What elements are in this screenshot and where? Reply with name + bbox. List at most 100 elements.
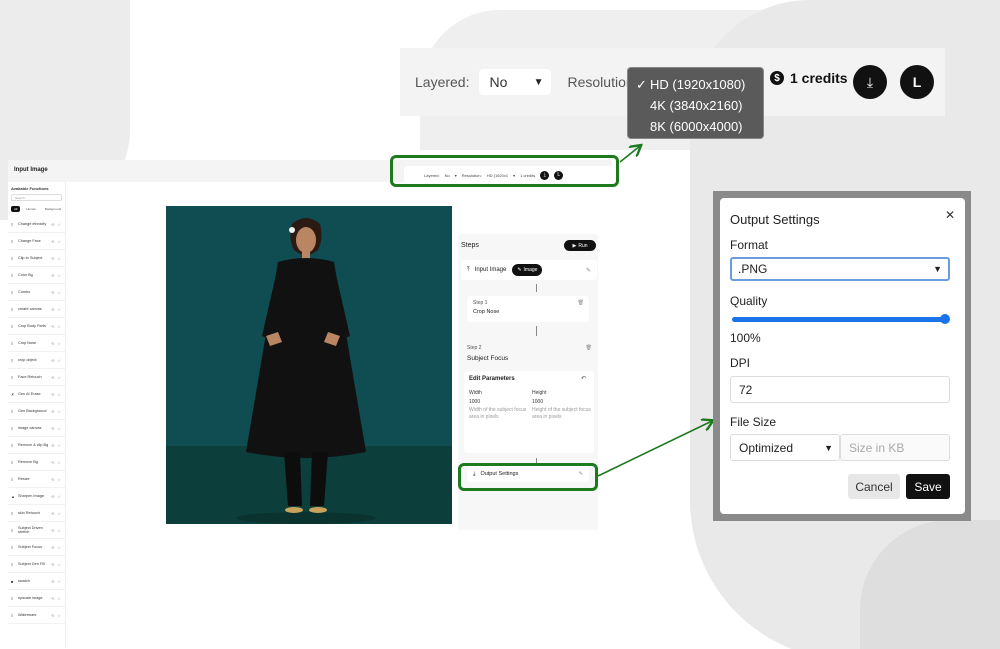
sidebar-item[interactable]: ≡ upscale image ⟲ ☆ [8, 590, 65, 607]
sidebar-item[interactable]: ≡ Gen Background ⟲ ☆ [8, 403, 65, 420]
item-actions-icon[interactable]: ⟲ ☆ [51, 613, 62, 618]
sidebar-item[interactable]: ≡ Combo ⟲ ☆ [8, 284, 65, 301]
sidebar-item[interactable]: ≡ Color Bg ⟲ ☆ [8, 267, 65, 284]
sidebar-item-label: Resize [18, 476, 30, 481]
sidebar-item-label: Change Face [18, 238, 41, 243]
item-actions-icon[interactable]: ⟲ ☆ [51, 307, 62, 312]
sidebar-item[interactable]: ≡ Crop Nose ⟲ ☆ [8, 335, 65, 352]
credits-text: 1 credits [790, 70, 848, 86]
sidebar-item[interactable]: ≡ create canvas ⟲ ☆ [8, 301, 65, 318]
layered-select[interactable]: No ▼ [479, 69, 552, 95]
sidebar-item[interactable]: ≡ image canvas ⟲ ☆ [8, 420, 65, 437]
chevron-down-icon: ▼ [933, 264, 942, 274]
item-actions-icon[interactable]: ⟲ ☆ [51, 443, 62, 448]
item-actions-icon[interactable]: ⟲ ☆ [51, 392, 62, 397]
run-button[interactable]: ▶ Run [564, 240, 596, 251]
item-actions-icon[interactable]: ⟲ ☆ [51, 562, 62, 567]
sidebar-item[interactable]: ▲ Sharpen Image ⟲ ☆ [8, 488, 65, 505]
trash-icon[interactable]: 🗑 [578, 300, 584, 306]
sidebar-item[interactable]: ■ swatch ⟲ ☆ [8, 573, 65, 590]
sidebar-item-label: Subject Gen Fill [18, 561, 45, 566]
resolution-option[interactable]: 4K (3840x2160) [636, 95, 763, 116]
format-select[interactable]: .PNG ▼ [730, 257, 950, 281]
step-card[interactable]: Step 2 Subject Focus 🗑 Edit Parameters ↶… [461, 341, 597, 457]
edit-icon[interactable]: ✎ [586, 267, 591, 274]
item-actions-icon[interactable]: ⟲ ☆ [51, 239, 62, 244]
item-actions-icon[interactable]: ⟲ ☆ [51, 545, 62, 550]
item-actions-icon[interactable]: ⟲ ☆ [51, 256, 62, 261]
resolution-option[interactable]: ✓ HD (1920x1080) [636, 74, 763, 95]
width-input[interactable]: 1000 [469, 398, 529, 407]
item-actions-icon[interactable]: ⟲ ☆ [51, 596, 62, 601]
sidebar-item[interactable]: ≡ Resize ⟲ ☆ [8, 471, 65, 488]
sidebar-item[interactable]: ≡ Subject Focus ⟲ ☆ [8, 539, 65, 556]
function-icon: ■ [11, 578, 14, 584]
tab-human[interactable]: Human [23, 206, 39, 212]
item-actions-icon[interactable]: ⟲ ☆ [51, 222, 62, 227]
item-actions-icon[interactable]: ⟲ ☆ [51, 511, 62, 516]
step-card[interactable]: Step 1 Crop Nose 🗑 [467, 296, 589, 322]
download-button[interactable]: ⤓ [853, 65, 887, 99]
app-title: Input Image [14, 167, 48, 173]
brand-button[interactable]: L [900, 65, 934, 99]
sidebar-item[interactable]: ≡ Remove Bg ⟲ ☆ [8, 454, 65, 471]
sidebar-item[interactable]: ≡ Face Retouch ⟲ ☆ [8, 369, 65, 386]
sidebar-item[interactable]: ≡ Change ethnicity ⟲ ☆ [8, 216, 65, 233]
sidebar-item[interactable]: ≡ Subject Driven stretch ⟲ ☆ [8, 522, 65, 539]
sidebar-item[interactable]: ≡ skin Retouch ⟲ ☆ [8, 505, 65, 522]
quality-slider-handle[interactable] [940, 314, 950, 324]
sidebar-item[interactable]: ≡ Change Face ⟲ ☆ [8, 233, 65, 250]
function-icon: ≡ [11, 425, 14, 431]
sidebar-item[interactable]: ≡ Subject Gen Fill ⟲ ☆ [8, 556, 65, 573]
resolution-option[interactable]: 8K (6000x4000) [636, 116, 763, 137]
input-image-card[interactable]: ⤒ Input Image ✎ Image ✎ [461, 260, 597, 280]
item-actions-icon[interactable]: ⟲ ☆ [51, 494, 62, 499]
trash-icon[interactable]: 🗑 [586, 345, 592, 351]
size-kb-input[interactable]: Size in KB [840, 434, 950, 461]
sidebar-search-input[interactable]: Search... [11, 194, 62, 201]
function-icon: ≡ [11, 323, 14, 329]
image-chip[interactable]: ✎ Image [512, 264, 543, 276]
tab-background[interactable]: Background [42, 206, 64, 212]
item-actions-icon[interactable]: ⟲ ☆ [51, 426, 62, 431]
sidebar-item[interactable]: ≡ Clip to Subject ⟲ ☆ [8, 250, 65, 267]
item-actions-icon[interactable]: ⟲ ☆ [51, 341, 62, 346]
item-actions-icon[interactable]: ⟲ ☆ [51, 290, 62, 295]
file-size-select[interactable]: Optimized ▼ [730, 434, 840, 461]
modal-title: Output Settings [730, 212, 820, 227]
sidebar-item[interactable]: ≡ Crop Body Parts ⟲ ☆ [8, 318, 65, 335]
item-actions-icon[interactable]: ⟲ ☆ [51, 409, 62, 414]
function-icon: ≡ [11, 612, 14, 618]
undo-icon[interactable]: ↶ [581, 375, 586, 382]
sidebar-item[interactable]: ≡ Watermark ⟲ ☆ [8, 607, 65, 624]
sidebar-item[interactable]: ✗ Gen AI Erase ⟲ ☆ [8, 386, 65, 403]
item-actions-icon[interactable]: ⟲ ☆ [51, 273, 62, 278]
model-photo [166, 206, 452, 524]
step-name: Crop Nose [473, 309, 500, 315]
function-icon: ≡ [11, 272, 14, 278]
tab-all[interactable]: All [11, 206, 21, 212]
item-actions-icon[interactable]: ⟲ ☆ [51, 375, 62, 380]
item-actions-icon[interactable]: ⟲ ☆ [51, 477, 62, 482]
sidebar-item-label: crop object [18, 357, 37, 362]
item-actions-icon[interactable]: ⟲ ☆ [51, 528, 62, 533]
close-icon[interactable]: ✕ [945, 208, 955, 222]
item-actions-icon[interactable]: ⟲ ☆ [51, 460, 62, 465]
item-actions-icon[interactable]: ⟲ ☆ [51, 358, 62, 363]
cancel-button[interactable]: Cancel [848, 474, 900, 499]
credits-display: $ 1 credits [770, 70, 848, 86]
sidebar-item[interactable]: ≡ Remove & clip Bg ⟲ ☆ [8, 437, 65, 454]
dpi-input[interactable]: 72 [730, 376, 950, 403]
quality-slider-track[interactable] [732, 317, 948, 322]
height-input[interactable]: 1000 [532, 398, 592, 407]
save-button[interactable]: Save [906, 474, 950, 499]
sidebar-item-label: Crop Body Parts [18, 323, 46, 328]
chevron-down-icon: ▼ [824, 442, 833, 453]
item-actions-icon[interactable]: ⟲ ☆ [51, 324, 62, 329]
item-actions-icon[interactable]: ⟲ ☆ [51, 579, 62, 584]
resolution-dropdown[interactable]: ✓ HD (1920x1080) 4K (3840x2160) 8K (6000… [627, 67, 764, 139]
sidebar-item-label: create canvas [18, 306, 42, 311]
edit-parameters: Edit Parameters ↶ Width 1000 Width of th… [464, 371, 594, 453]
sidebar-item[interactable]: ≡ crop object ⟲ ☆ [8, 352, 65, 369]
dpi-label: DPI [730, 356, 751, 370]
